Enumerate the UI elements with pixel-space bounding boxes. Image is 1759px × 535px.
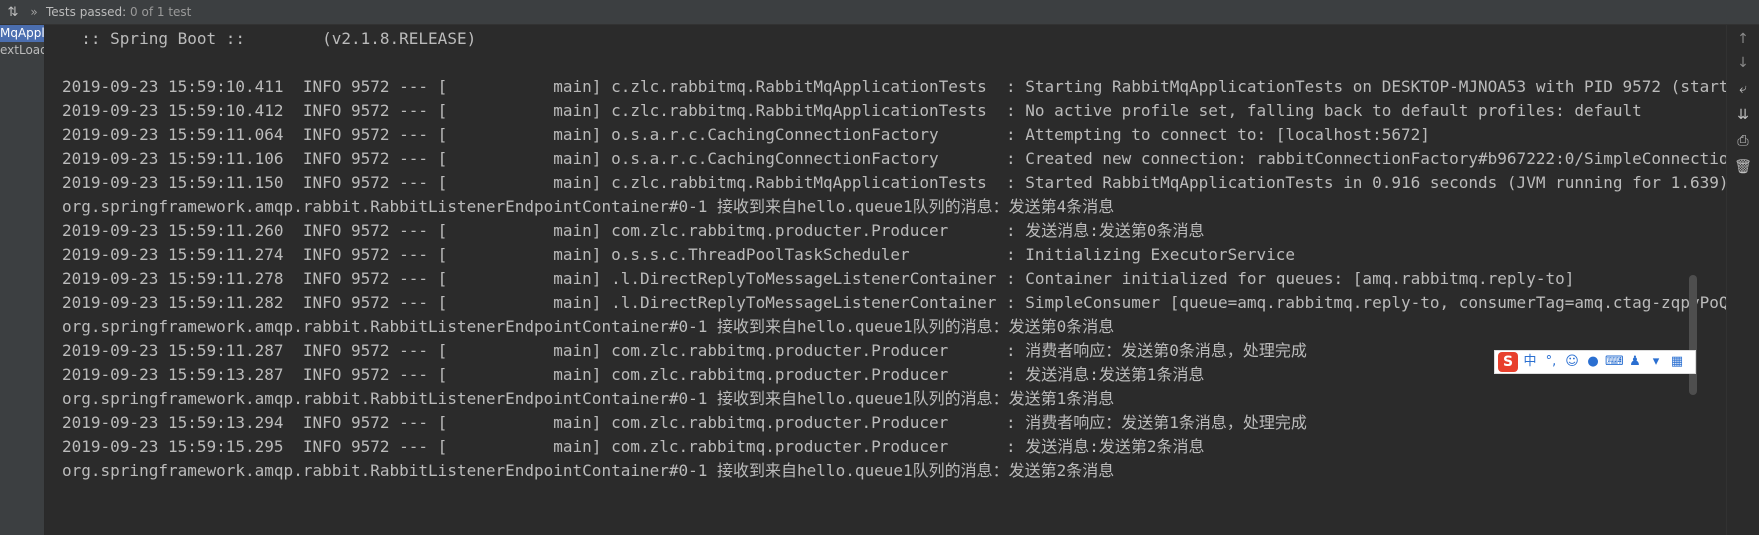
down-arrow-icon[interactable]: ↓ xyxy=(1733,53,1753,73)
console-line: org.springframework.amqp.rabbit.RabbitLi… xyxy=(62,389,1115,408)
test-status: Tests passed: 0 of 1 test xyxy=(46,5,191,19)
console-line: 2019-09-23 15:59:11.287 INFO 9572 --- [ … xyxy=(62,341,1307,360)
test-status-count: 0 of 1 test xyxy=(130,5,192,19)
console-line: :: Spring Boot :: (v2.1.8.RELEASE) xyxy=(62,29,477,48)
keyboard-icon[interactable]: ⌨ xyxy=(1605,352,1624,372)
console-line: 2019-09-23 15:59:13.287 INFO 9572 --- [ … xyxy=(62,365,1205,384)
console-line: 2019-09-23 15:59:11.274 INFO 9572 --- [ … xyxy=(62,245,1295,264)
up-arrow-icon[interactable]: ↑ xyxy=(1733,29,1753,49)
soft-wrap-icon[interactable]: ⤶ xyxy=(1733,79,1753,99)
ime-logo-icon[interactable]: S xyxy=(1498,352,1518,372)
console-line: 2019-09-23 15:59:11.150 INFO 9572 --- [ … xyxy=(62,173,1727,192)
console-line: org.springframework.amqp.rabbit.RabbitLi… xyxy=(62,197,1115,216)
person-icon[interactable]: ♟ xyxy=(1626,352,1644,372)
console-line: 2019-09-23 15:59:11.282 INFO 9572 --- [ … xyxy=(62,293,1727,312)
console-line: org.springframework.amqp.rabbit.RabbitLi… xyxy=(62,317,1115,336)
sort-icon[interactable]: ⇅ xyxy=(0,5,26,20)
console-actions-bar: ↑ ↓ ⤶ ⇊ ⎙ 🗑 xyxy=(1726,25,1759,535)
microphone-icon[interactable]: ● xyxy=(1584,352,1602,372)
console-line: 2019-09-23 15:59:15.295 INFO 9572 --- [ … xyxy=(62,437,1205,456)
console-line: org.springframework.amqp.rabbit.RabbitLi… xyxy=(62,461,1115,480)
run-tool-window: ⇅ » Tests passed: 0 of 1 test MqApplic e… xyxy=(0,0,1759,535)
console-line: 2019-09-23 15:59:11.260 INFO 9572 --- [ … xyxy=(62,221,1205,240)
scroll-to-end-icon[interactable]: ⇊ xyxy=(1733,105,1753,125)
shirt-icon[interactable]: ▾ xyxy=(1647,352,1665,372)
emoji-icon[interactable]: ☺ xyxy=(1563,352,1581,372)
ime-punctuation[interactable]: °, xyxy=(1542,352,1560,372)
test-status-label: Tests passed: xyxy=(46,5,127,19)
ime-mode-chinese[interactable]: 中 xyxy=(1521,352,1539,372)
trash-icon[interactable]: 🗑 xyxy=(1733,157,1753,177)
console-scrollbar-thumb[interactable] xyxy=(1689,275,1697,395)
tree-item-context-loads[interactable]: extLoads xyxy=(0,42,44,59)
tree-item-application-tests[interactable]: MqApplic xyxy=(0,25,44,42)
console-line: 2019-09-23 15:59:11.064 INFO 9572 --- [ … xyxy=(62,125,1430,144)
console-line: 2019-09-23 15:59:11.106 INFO 9572 --- [ … xyxy=(62,149,1727,168)
print-icon[interactable]: ⎙ xyxy=(1733,131,1753,151)
console-line: 2019-09-23 15:59:10.412 INFO 9572 --- [ … xyxy=(62,101,1642,120)
console-line: 2019-09-23 15:59:10.411 INFO 9572 --- [ … xyxy=(62,77,1727,96)
console-output[interactable]: :: Spring Boot :: (v2.1.8.RELEASE) 2019-… xyxy=(45,25,1727,535)
test-status-bar: ⇅ » Tests passed: 0 of 1 test xyxy=(0,0,1759,25)
grid-icon[interactable]: ▦ xyxy=(1668,352,1686,372)
console-line: 2019-09-23 15:59:11.278 INFO 9572 --- [ … xyxy=(62,269,1575,288)
ime-toolbar[interactable]: S 中 °, ☺ ● ⌨ ♟ ▾ ▦ xyxy=(1494,350,1696,374)
test-tree-panel: MqApplic extLoads xyxy=(0,25,45,535)
console-line: 2019-09-23 15:59:13.294 INFO 9572 --- [ … xyxy=(62,413,1307,432)
double-chevron-icon[interactable]: » xyxy=(26,5,42,19)
